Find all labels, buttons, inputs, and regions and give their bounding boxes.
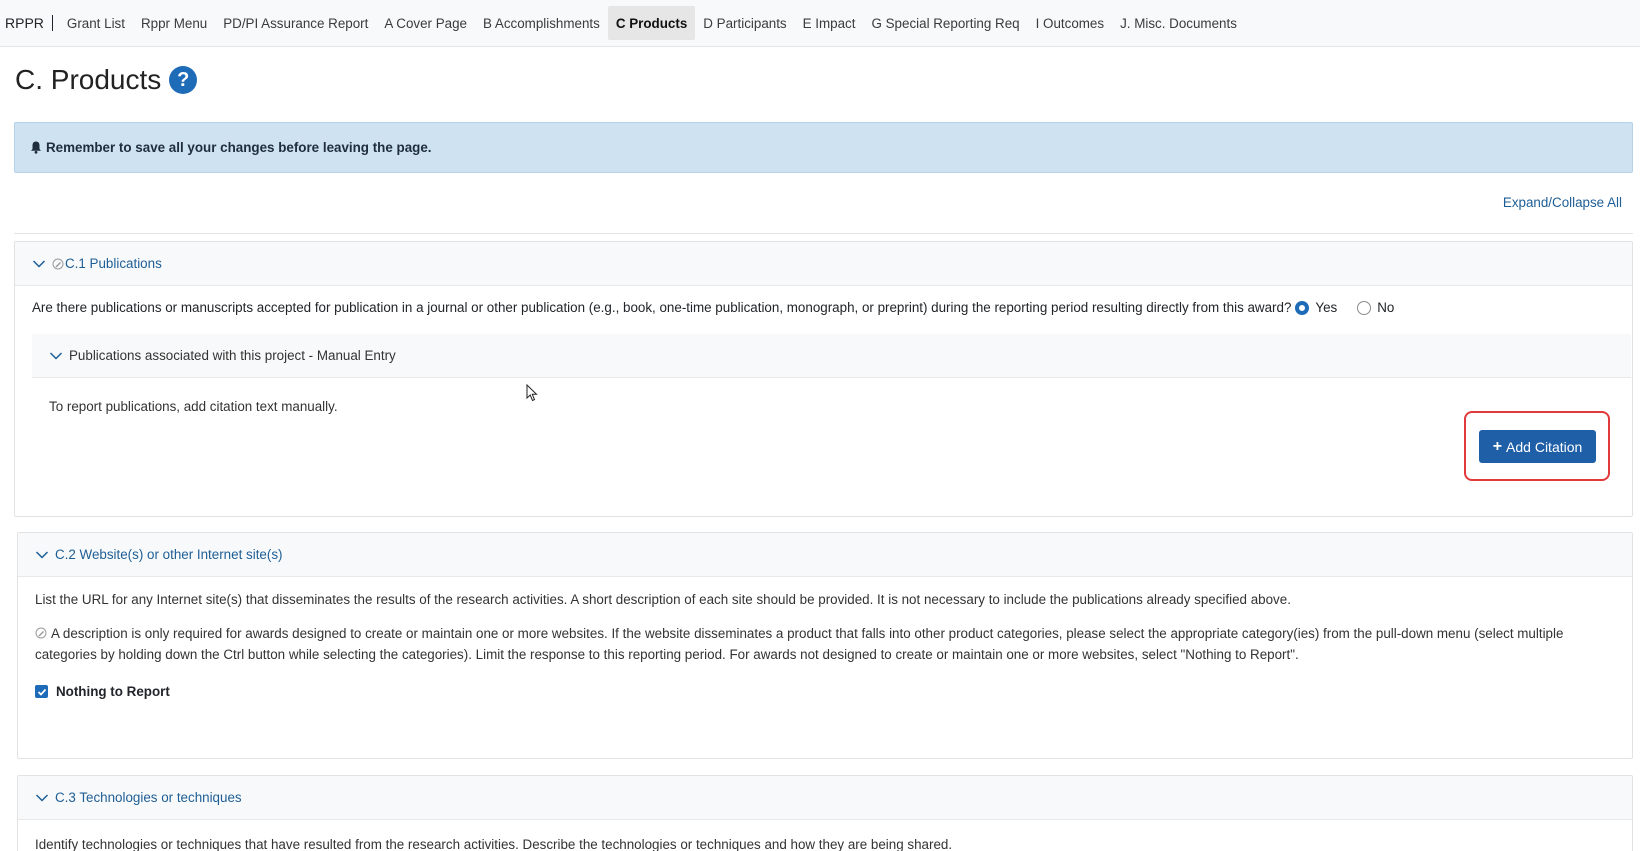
nothing-to-report-label[interactable]: Nothing to Report (56, 684, 170, 699)
nav-impact[interactable]: E Impact (795, 6, 864, 40)
nav-misc-documents[interactable]: J. Misc. Documents (1112, 6, 1245, 40)
section-c2-header[interactable]: C.2 Website(s) or other Internet site(s) (18, 533, 1632, 577)
nav-accomplishments[interactable]: B Accomplishments (475, 6, 608, 40)
nav-special-reporting[interactable]: G Special Reporting Req (863, 6, 1027, 40)
radio-no[interactable] (1357, 300, 1372, 315)
section-c3-title: C.3 Technologies or techniques (55, 790, 242, 805)
websites-description: List the URL for any Internet site(s) th… (35, 592, 1291, 607)
subsection-manual-entry-header[interactable]: Publications associated with this projec… (32, 334, 1631, 378)
page-title: C. Products ? (15, 64, 198, 96)
add-citation-label: Add Citation (1506, 438, 1583, 455)
manual-entry-instruction: To report publications, add citation tex… (49, 399, 338, 414)
nav-cover-page[interactable]: A Cover Page (376, 6, 475, 40)
publications-question-text: Are there publications or manuscripts ac… (32, 300, 1292, 315)
save-reminder-alert: Remember to save all your changes before… (14, 122, 1633, 173)
chevron-down-icon (49, 351, 63, 360)
help-icon[interactable]: ? (169, 66, 198, 94)
nav-grant-list[interactable]: Grant List (59, 6, 133, 40)
bell-icon (31, 141, 41, 154)
divider (14, 233, 1633, 234)
chevron-down-icon (35, 793, 49, 802)
nav-participants[interactable]: D Participants (695, 6, 794, 40)
nav-rppr-menu[interactable]: Rppr Menu (133, 6, 215, 40)
mouse-cursor-icon (526, 384, 538, 402)
brand-label[interactable]: RPPR (0, 15, 53, 31)
expand-collapse-all-link[interactable]: Expand/Collapse All (1503, 195, 1622, 210)
edit-pencil-icon (52, 258, 64, 269)
chevron-down-icon (32, 259, 46, 268)
technologies-description: Identify technologies or techniques that… (35, 837, 953, 851)
websites-note: A description is only required for award… (35, 623, 1625, 665)
section-c1-title: C.1 Publications (65, 256, 162, 271)
nothing-to-report-row: Nothing to Report (35, 684, 170, 699)
add-citation-button[interactable]: + Add Citation (1479, 430, 1596, 463)
radio-no-label[interactable]: No (1377, 300, 1394, 315)
section-c1-publications: C.1 Publications Are there publications … (14, 241, 1633, 517)
radio-yes-label[interactable]: Yes (1315, 300, 1337, 315)
websites-note-text: A description is only required for award… (35, 626, 1564, 662)
section-c3-technologies: C.3 Technologies or techniques Identify … (17, 775, 1633, 851)
section-c3-header[interactable]: C.3 Technologies or techniques (18, 776, 1632, 820)
radio-yes[interactable] (1295, 300, 1310, 315)
section-c1-header[interactable]: C.1 Publications (15, 242, 1632, 286)
section-c2-websites: C.2 Website(s) or other Internet site(s)… (17, 532, 1633, 759)
check-icon (37, 688, 46, 696)
subsection-manual-entry-title: Publications associated with this projec… (69, 348, 396, 363)
nothing-to-report-checkbox[interactable] (35, 685, 48, 698)
publications-question-row: Are there publications or manuscripts ac… (32, 300, 1410, 315)
nav-outcomes[interactable]: I Outcomes (1028, 6, 1112, 40)
edit-pencil-icon (35, 627, 47, 639)
plus-icon: + (1492, 437, 1503, 455)
top-nav: RPPR Grant List Rppr Menu PD/PI Assuranc… (0, 0, 1640, 47)
chevron-down-icon (35, 550, 49, 559)
page-title-text: C. Products (15, 64, 162, 95)
alert-text: Remember to save all your changes before… (46, 140, 432, 155)
nav-assurance-report[interactable]: PD/PI Assurance Report (215, 6, 376, 40)
section-c2-title: C.2 Website(s) or other Internet site(s) (55, 547, 283, 562)
nav-products[interactable]: C Products (607, 6, 696, 40)
